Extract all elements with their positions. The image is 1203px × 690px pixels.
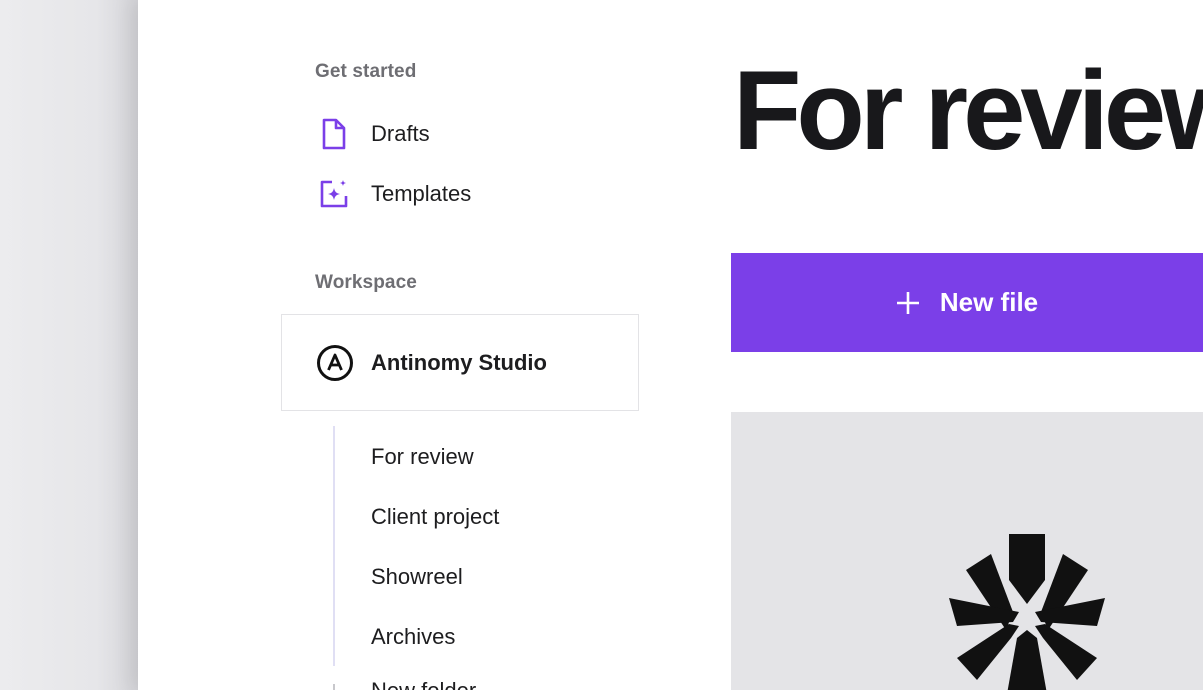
new-file-button[interactable]: New file <box>731 253 1203 352</box>
folder-item-archives[interactable]: Archives <box>371 624 455 650</box>
workspace-selector[interactable]: Antinomy Studio <box>281 314 639 411</box>
app-window: Get started Drafts Templates Workspace A… <box>0 0 1203 690</box>
page-title: For review <box>733 48 1203 173</box>
new-file-label: New file <box>939 287 1039 317</box>
folder-tree-line <box>333 426 335 666</box>
folder-item-client-project[interactable]: Client project <box>371 504 499 530</box>
sidebar-item-label: Templates <box>371 181 472 206</box>
section-label-get-started: Get started <box>315 61 417 82</box>
asterisk-logo-icon <box>949 534 1105 690</box>
sparkle-template-icon <box>316 176 352 212</box>
folder-item-for-review[interactable]: For review <box>371 444 474 470</box>
folder-item-showreel[interactable]: Showreel <box>371 564 463 590</box>
section-label-workspace: Workspace <box>315 272 417 293</box>
document-icon <box>316 116 352 152</box>
sidebar-item-label: Drafts <box>371 121 430 146</box>
workspace-avatar-icon <box>317 344 353 381</box>
folder-tree-line-end <box>333 684 335 690</box>
workspace-name: Antinomy Studio <box>371 349 547 375</box>
new-folder-item[interactable]: New folder <box>371 678 476 690</box>
plus-icon <box>896 291 919 314</box>
file-preview-card[interactable] <box>731 412 1203 690</box>
sidebar-item-templates[interactable]: Templates <box>316 174 471 214</box>
left-gutter <box>0 0 138 690</box>
sidebar-item-drafts[interactable]: Drafts <box>316 114 430 154</box>
